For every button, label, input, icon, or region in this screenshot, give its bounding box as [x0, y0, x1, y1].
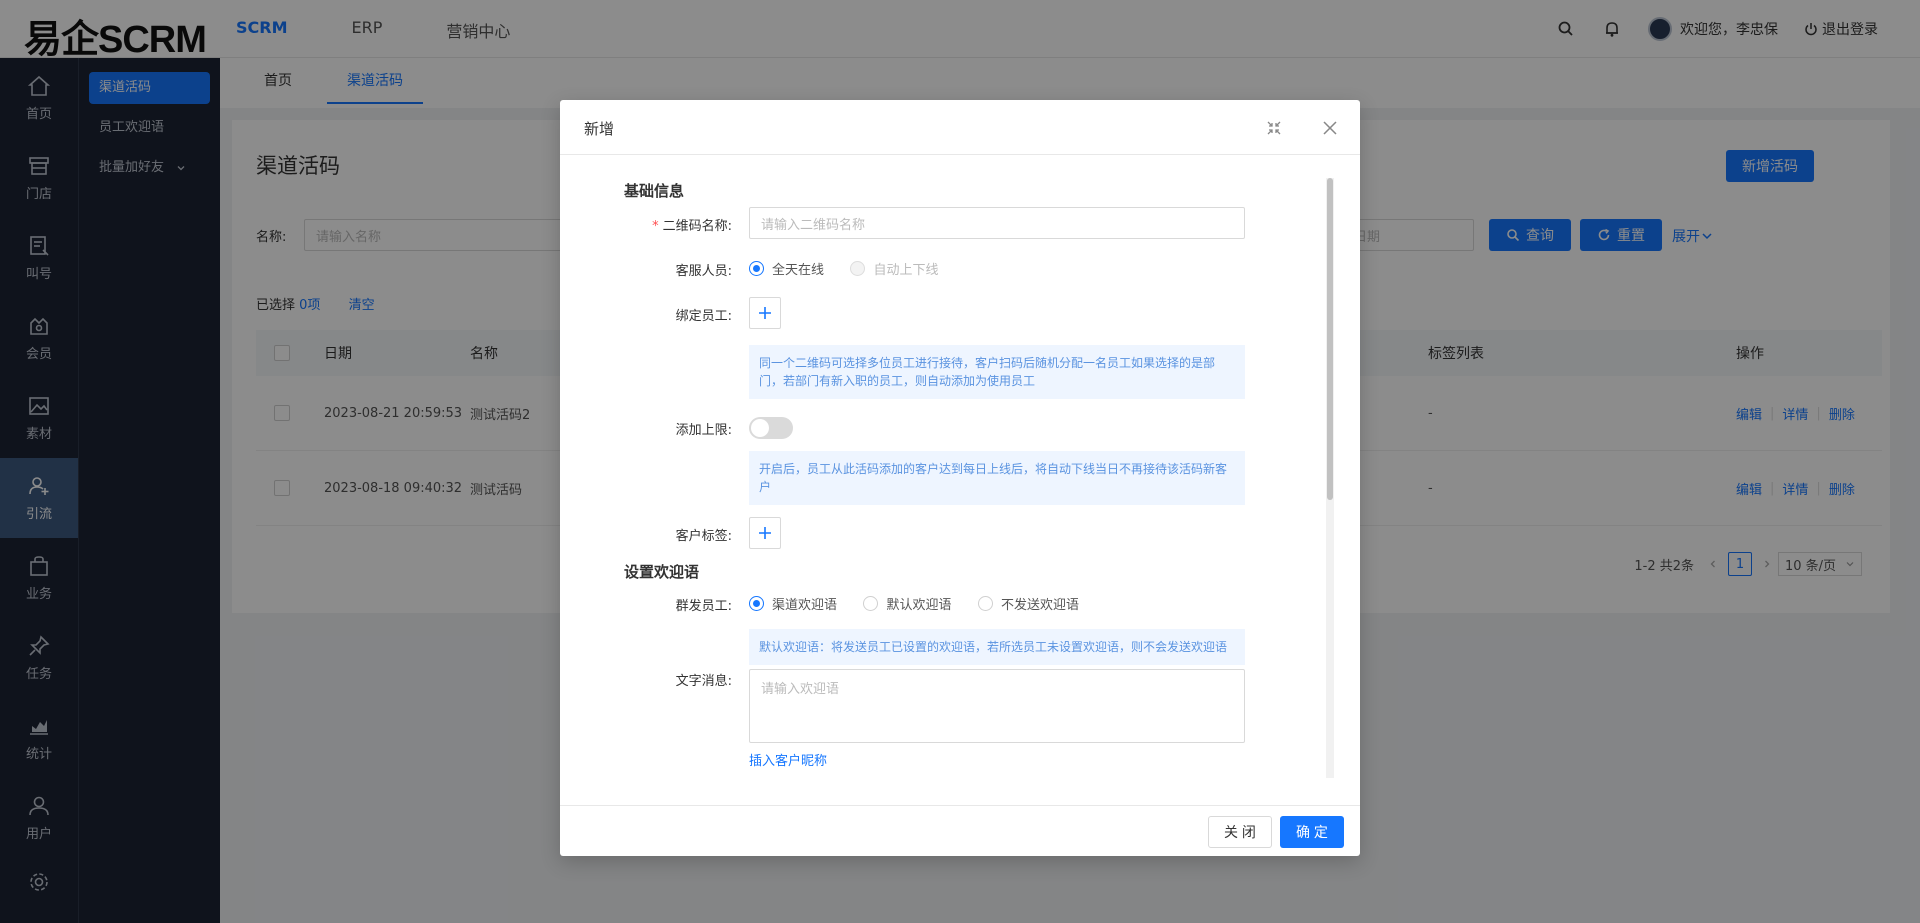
modal-scrollbar[interactable] [1326, 178, 1334, 778]
welcome-tip: 默认欢迎语：将发送员工已设置的欢迎语，若所选员工未设置欢迎语，则不会发送欢迎语 [749, 629, 1245, 665]
limit-tip: 开启后，员工从此活码添加的客户达到每日上线后，将自动下线当日不再接待该活码新客户 [749, 451, 1245, 505]
radio-dot [850, 261, 866, 276]
mass-staff-label: 群发员工: [675, 599, 732, 614]
qr-name-input[interactable]: 请输入二维码名称 [749, 207, 1245, 239]
section-basic-info: 基础信息 [624, 182, 685, 200]
radio-channel-welcome[interactable]: 渠道欢迎语 [749, 594, 837, 613]
modal-title: 新增 [584, 120, 615, 138]
bind-staff-label: 绑定员工: [675, 309, 732, 324]
service-radio-group: 全天在线 自动上下线 [749, 259, 960, 280]
radio-dot [863, 596, 879, 611]
radio-dot [749, 261, 764, 276]
required-mark: * [652, 219, 659, 234]
radio-label: 不发送欢迎语 [1000, 598, 1079, 613]
welcome-placeholder: 请输入欢迎语 [761, 682, 840, 697]
modal-body: 基础信息 * 二维码名称: 请输入二维码名称 客服人员: 全天在线 自动上下线 绑… [560, 155, 1360, 805]
radio-auto-online[interactable]: 自动上下线 [850, 259, 938, 278]
close-button[interactable]: 关 闭 [1208, 816, 1272, 848]
close-icon[interactable] [1322, 120, 1338, 136]
radio-always-online[interactable]: 全天在线 [749, 259, 824, 278]
radio-label: 全天在线 [772, 263, 825, 278]
confirm-button[interactable]: 确 定 [1280, 816, 1344, 848]
radio-no-welcome[interactable]: 不发送欢迎语 [977, 594, 1079, 613]
bind-staff-tip: 同一个二维码可选择多位员工进行接待，客户扫码后随机分配一名员工如果选择的是部门，… [749, 345, 1245, 399]
qr-name-placeholder: 请输入二维码名称 [761, 217, 866, 233]
radio-dot [749, 596, 764, 611]
qr-name-label-text: 二维码名称: [662, 219, 732, 234]
limit-label: 添加上限: [675, 423, 732, 438]
fullscreen-exit-icon[interactable] [1266, 120, 1282, 136]
add-staff-button[interactable] [749, 297, 781, 329]
radio-dot [977, 596, 993, 611]
plus-icon [758, 526, 772, 540]
qr-name-label: * 二维码名称: [652, 215, 732, 234]
text-msg-label: 文字消息: [675, 674, 732, 689]
radio-label: 自动上下线 [873, 263, 939, 278]
customer-tag-label: 客户标签: [675, 529, 732, 544]
service-label: 客服人员: [675, 264, 732, 279]
radio-default-welcome[interactable]: 默认欢迎语 [863, 594, 951, 613]
limit-toggle[interactable] [749, 417, 793, 439]
add-customer-tag-button[interactable] [749, 517, 781, 549]
modal-footer: 关 闭 确 定 [560, 805, 1360, 856]
add-modal: 新增 基础信息 * 二维码名称: 请输入二维码名称 客服人员: 全天在线 自动上下… [560, 100, 1360, 856]
scrollbar-thumb[interactable] [1327, 178, 1333, 500]
section-welcome: 设置欢迎语 [624, 563, 700, 581]
welcome-textarea[interactable]: 请输入欢迎语 [749, 669, 1245, 743]
plus-icon [758, 306, 772, 320]
modal-header: 新增 [560, 100, 1360, 155]
radio-label: 默认欢迎语 [886, 598, 952, 613]
insert-nickname-link[interactable]: 插入客户昵称 [749, 750, 827, 769]
radio-label: 渠道欢迎语 [772, 598, 838, 613]
welcome-radio-group: 渠道欢迎语 默认欢迎语 不发送欢迎语 [749, 594, 1101, 615]
